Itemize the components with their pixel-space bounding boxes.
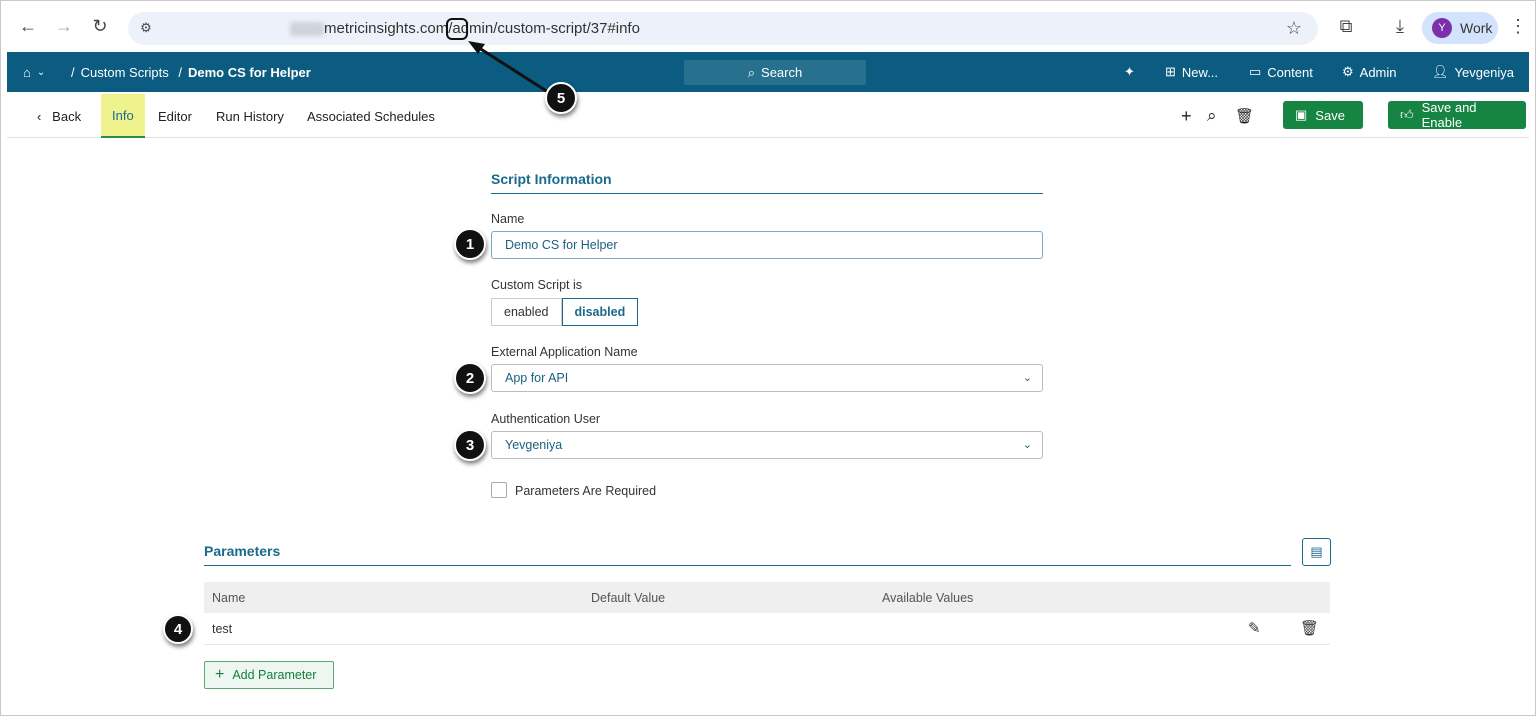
callout-5: 5 [545, 82, 577, 114]
callout-arrow [468, 41, 549, 94]
